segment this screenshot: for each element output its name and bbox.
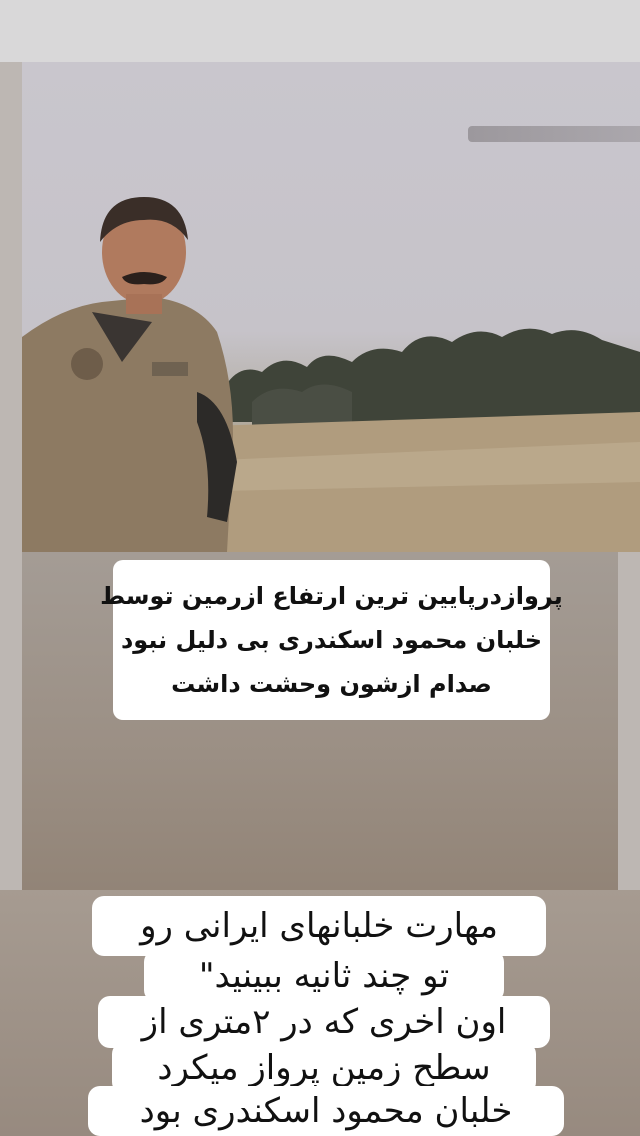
caption-line: پروازدرپایین ترین ارتفاع ازرمین توسط <box>100 582 563 610</box>
bottom-text-line: اون اخری که در ۲متری از <box>98 996 550 1048</box>
neck <box>126 294 162 314</box>
watermark <box>468 126 640 142</box>
name-tag <box>152 362 188 376</box>
caption-box: پروازدرپایین ترین ارتفاع ازرمین توسط خلب… <box>100 560 563 720</box>
bottom-text-line: تو چند ثانیه ببینید" <box>144 950 504 1002</box>
bottom-text-line: مهارت خلبانهای ایرانی رو <box>92 896 546 956</box>
bottom-text-line: خلبان محمود اسکندری بود <box>88 1086 564 1136</box>
caption-line: صدام ازشون وحشت داشت <box>171 670 492 698</box>
top-frame <box>0 0 640 62</box>
suit-patch <box>71 348 103 380</box>
caption-line: خلبان محمود اسکندری بی دلیل نبود <box>120 626 543 654</box>
pilot-photo <box>22 62 640 552</box>
